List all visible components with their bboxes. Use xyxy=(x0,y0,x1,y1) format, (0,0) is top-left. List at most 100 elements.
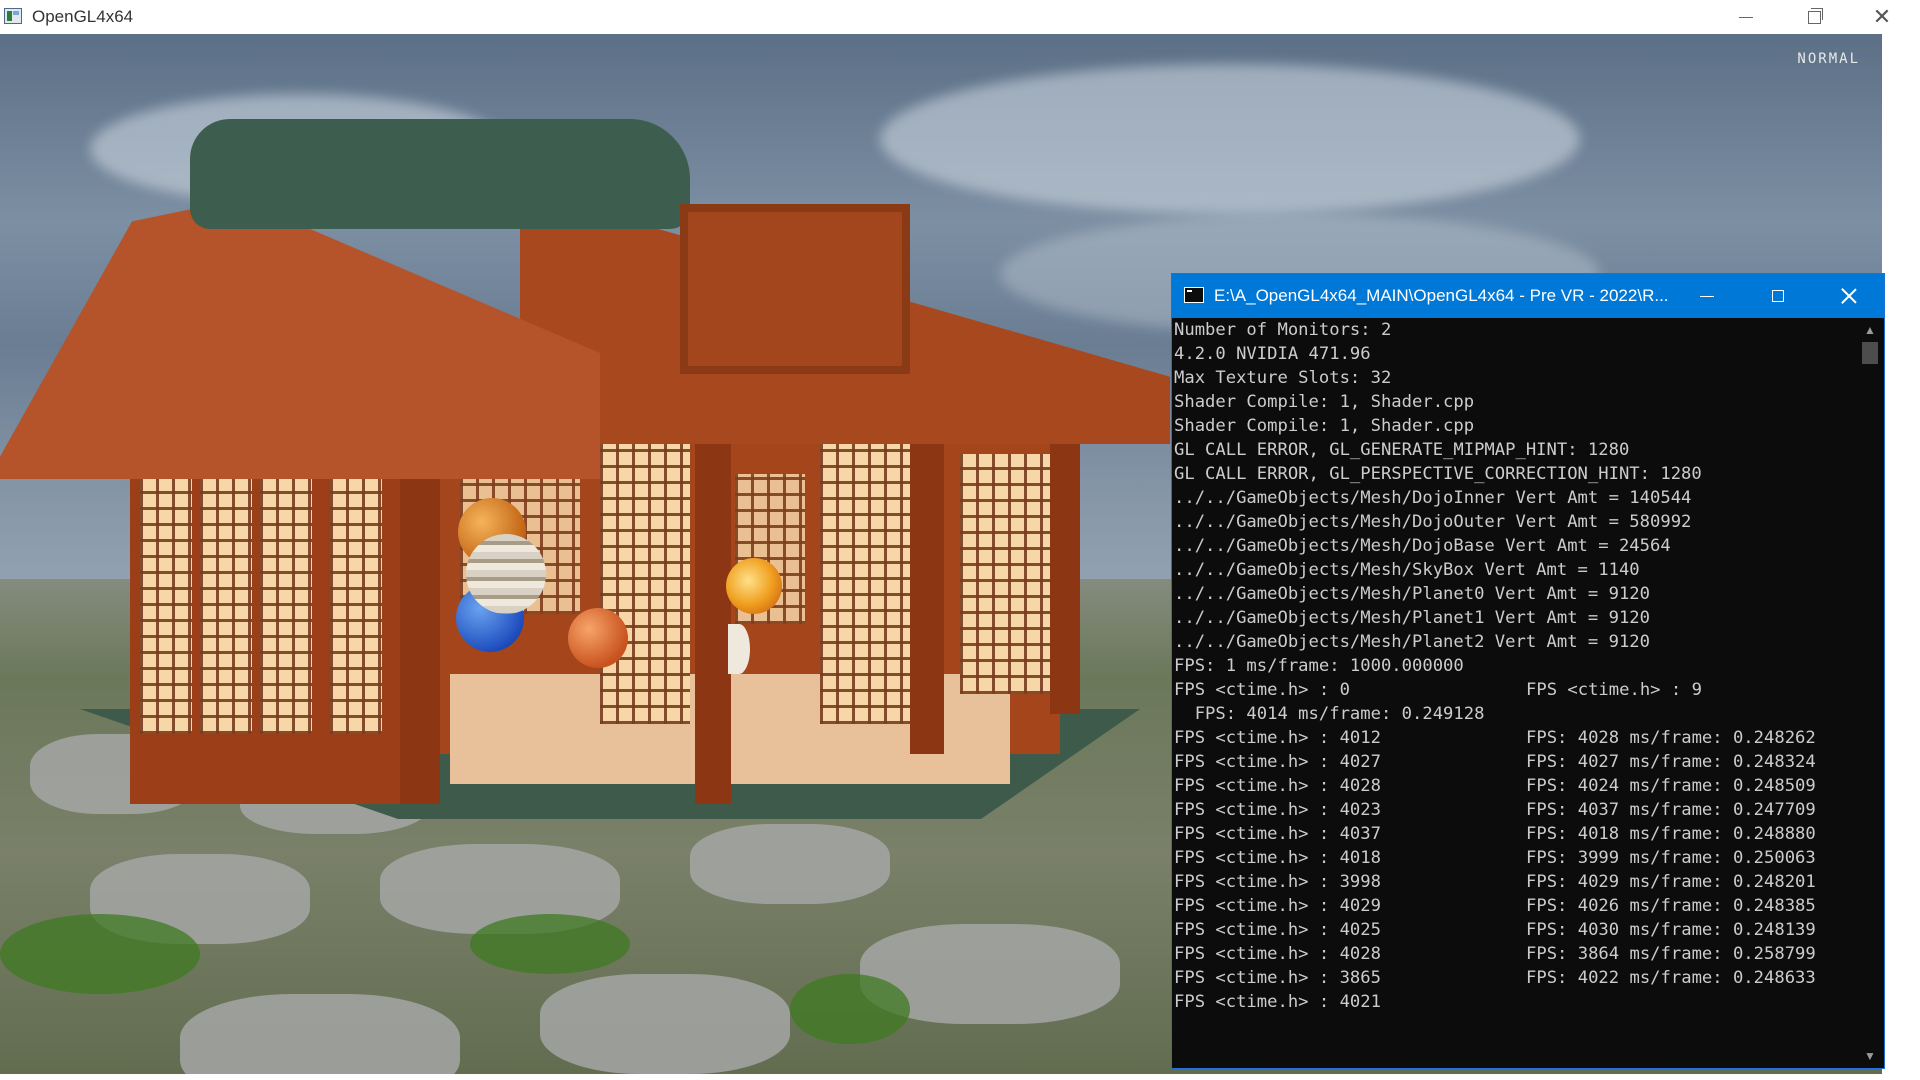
fps-frame-value: FPS: 4028 ms/frame: 0.248262 xyxy=(1526,728,1816,748)
close-icon: ✕ xyxy=(1872,4,1892,29)
fps-frame-value: FPS: 3999 ms/frame: 0.250063 xyxy=(1526,848,1816,868)
console-line: Max Texture Slots: 32 xyxy=(1174,368,1392,388)
fps-frame-value: FPS: 3864 ms/frame: 0.258799 xyxy=(1526,944,1816,964)
planet-sphere xyxy=(728,624,750,674)
grass-patch xyxy=(0,914,200,994)
console-line: FPS: 1 ms/frame: 1000.000000 xyxy=(1174,656,1464,676)
dojo-roof-ridge xyxy=(190,119,690,229)
console-line: GL CALL ERROR, GL_GENERATE_MIPMAP_HINT: … xyxy=(1174,440,1630,460)
sky-cloud xyxy=(880,64,1580,214)
fps-frame-value: FPS: 4030 ms/frame: 0.248139 xyxy=(1526,920,1816,940)
grass-patch xyxy=(470,914,630,974)
fps-row: FPS <ctime.h> : 3865 FPS: 4022 ms/frame: … xyxy=(1174,966,1854,990)
fps-ctime-value: FPS <ctime.h> : 4021 xyxy=(1174,992,1381,1012)
fps-ctime-value: FPS <ctime.h> : 4018 xyxy=(1174,848,1381,868)
fps-ctime-value: FPS <ctime.h> : 0 xyxy=(1174,680,1350,700)
console-scrollbar[interactable]: ▲ ▼ xyxy=(1858,318,1882,1068)
fps-ctime-value: FPS <ctime.h> : 4027 xyxy=(1174,752,1381,772)
console-line: Number of Monitors: 2 xyxy=(1174,320,1392,340)
console-minimize-button[interactable] xyxy=(1672,274,1742,318)
fps-ctime-value: FPS <ctime.h> : 9 xyxy=(1526,680,1702,700)
minimize-icon xyxy=(1700,295,1714,297)
fps-frame-value: FPS: 4026 ms/frame: 0.248385 xyxy=(1526,896,1816,916)
minimize-button[interactable] xyxy=(1712,0,1780,34)
console-close-button[interactable] xyxy=(1814,274,1884,318)
render-mode-label: NORMAL xyxy=(1797,51,1860,67)
shoji-panel xyxy=(260,434,312,734)
console-title: E:\A_OpenGL4x64_MAIN\OpenGL4x64 - Pre VR… xyxy=(1214,286,1669,305)
dojo-pillar xyxy=(695,394,731,804)
close-icon xyxy=(1841,288,1857,304)
fps-ctime-value: FPS <ctime.h> : 4028 xyxy=(1174,776,1381,796)
fps-ctime-value: FPS <ctime.h> : 3998 xyxy=(1174,872,1381,892)
console-line: ../../GameObjects/Mesh/DojoInner Vert Am… xyxy=(1174,488,1692,508)
console-line: GL CALL ERROR, GL_PERSPECTIVE_CORRECTION… xyxy=(1174,464,1702,484)
paving-stone xyxy=(180,994,460,1074)
fps-ctime-value: FPS <ctime.h> : 4029 xyxy=(1174,896,1381,916)
fps-row: FPS <ctime.h> : 4028 FPS: 4024 ms/frame: … xyxy=(1174,774,1854,798)
fps-row: FPS <ctime.h> : 4028 FPS: 3864 ms/frame: … xyxy=(1174,942,1854,966)
fps-frame-value: FPS: 4037 ms/frame: 0.247709 xyxy=(1526,800,1816,820)
grass-patch xyxy=(790,974,910,1044)
fps-ctime-value: FPS <ctime.h> : 3865 xyxy=(1174,968,1381,988)
dojo-gable xyxy=(680,204,910,374)
dojo-pillar xyxy=(1050,444,1080,714)
fps-row: FPS <ctime.h> : 4037 FPS: 4018 ms/frame: … xyxy=(1174,822,1854,846)
paving-stone xyxy=(690,824,890,904)
fps-frame-value: FPS: 4022 ms/frame: 0.248633 xyxy=(1526,968,1816,988)
console-output[interactable]: Number of Monitors: 2 4.2.0 NVIDIA 471.9… xyxy=(1174,318,1854,1068)
fps-frame-value: FPS: 4029 ms/frame: 0.248201 xyxy=(1526,872,1816,892)
fps-row: FPS <ctime.h> : 0 FPS <ctime.h> : 9 xyxy=(1174,678,1854,702)
dojo-pillar xyxy=(910,414,944,754)
console-titlebar[interactable]: E:\A_OpenGL4x64_MAIN\OpenGL4x64 - Pre VR… xyxy=(1172,274,1884,318)
restore-icon xyxy=(1807,7,1823,24)
fps-row: FPS <ctime.h> : 4027 FPS: 4027 ms/frame: … xyxy=(1174,750,1854,774)
console-line: ../../GameObjects/Mesh/Planet1 Vert Amt … xyxy=(1174,608,1650,628)
console-line: Shader Compile: 1, Shader.cpp xyxy=(1174,416,1475,436)
console-line: 4.2.0 NVIDIA 471.96 xyxy=(1174,344,1371,364)
paving-stone xyxy=(540,974,790,1074)
console-maximize-button[interactable] xyxy=(1743,274,1813,318)
console-line: ../../GameObjects/Mesh/Planet0 Vert Amt … xyxy=(1174,584,1650,604)
shoji-panel xyxy=(960,454,1050,694)
shoji-panel xyxy=(820,434,910,724)
shoji-panel xyxy=(200,444,252,734)
fps-frame-value: FPS: 4014 ms/frame: 0.249128 xyxy=(1174,704,1485,724)
console-line: ../../GameObjects/Mesh/SkyBox Vert Amt =… xyxy=(1174,560,1640,580)
fps-ctime-value: FPS <ctime.h> : 4037 xyxy=(1174,824,1381,844)
console-line: Shader Compile: 1, Shader.cpp xyxy=(1174,392,1475,412)
maximize-icon xyxy=(1772,290,1784,302)
planet-sphere xyxy=(568,608,628,668)
dojo-roof-left xyxy=(0,199,600,479)
fps-row: FPS <ctime.h> : 4018 FPS: 3999 ms/frame: … xyxy=(1174,846,1854,870)
planet-sphere xyxy=(466,534,546,614)
fps-ctime-value: FPS <ctime.h> : 4012 xyxy=(1174,728,1381,748)
fps-frame-value: FPS: 4027 ms/frame: 0.248324 xyxy=(1526,752,1816,772)
scroll-down-arrow-icon[interactable]: ▼ xyxy=(1858,1046,1882,1066)
fps-ctime-value: FPS <ctime.h> : 4025 xyxy=(1174,920,1381,940)
shoji-panel xyxy=(140,454,192,734)
console-line: ../../GameObjects/Mesh/Planet2 Vert Amt … xyxy=(1174,632,1650,652)
fps-row: FPS <ctime.h> : 4023 FPS: 4037 ms/frame: … xyxy=(1174,798,1854,822)
fps-ctime-value: FPS <ctime.h> : 4023 xyxy=(1174,800,1381,820)
console-line: ../../GameObjects/Mesh/DojoBase Vert Amt… xyxy=(1174,536,1671,556)
planet-sphere xyxy=(726,558,782,614)
scroll-up-arrow-icon[interactable]: ▲ xyxy=(1858,320,1882,340)
console-line: ../../GameObjects/Mesh/DojoOuter Vert Am… xyxy=(1174,512,1692,532)
scroll-thumb[interactable] xyxy=(1862,342,1878,364)
restore-button[interactable] xyxy=(1780,0,1848,34)
close-button[interactable]: ✕ xyxy=(1848,0,1916,34)
app-icon xyxy=(4,8,22,24)
window-title: OpenGL4x64 xyxy=(32,7,134,26)
console-icon xyxy=(1184,287,1204,303)
fps-row: FPS <ctime.h> : 3998 FPS: 4029 ms/frame: … xyxy=(1174,870,1854,894)
fps-frame-value: FPS: 4018 ms/frame: 0.248880 xyxy=(1526,824,1816,844)
fps-row: FPS <ctime.h> : 4029 FPS: 4026 ms/frame: … xyxy=(1174,894,1854,918)
main-titlebar: OpenGL4x64 ✕ xyxy=(0,0,1920,34)
fps-row: FPS <ctime.h> : 4012 FPS: 4028 ms/frame: … xyxy=(1174,726,1854,750)
fps-row: FPS <ctime.h> : 4025 FPS: 4030 ms/frame: … xyxy=(1174,918,1854,942)
fps-row: FPS <ctime.h> : 4021 xyxy=(1174,990,1854,1014)
fps-frame-value: FPS: 4024 ms/frame: 0.248509 xyxy=(1526,776,1816,796)
minimize-icon xyxy=(1739,16,1753,18)
console-window[interactable]: E:\A_OpenGL4x64_MAIN\OpenGL4x64 - Pre VR… xyxy=(1172,274,1884,1068)
